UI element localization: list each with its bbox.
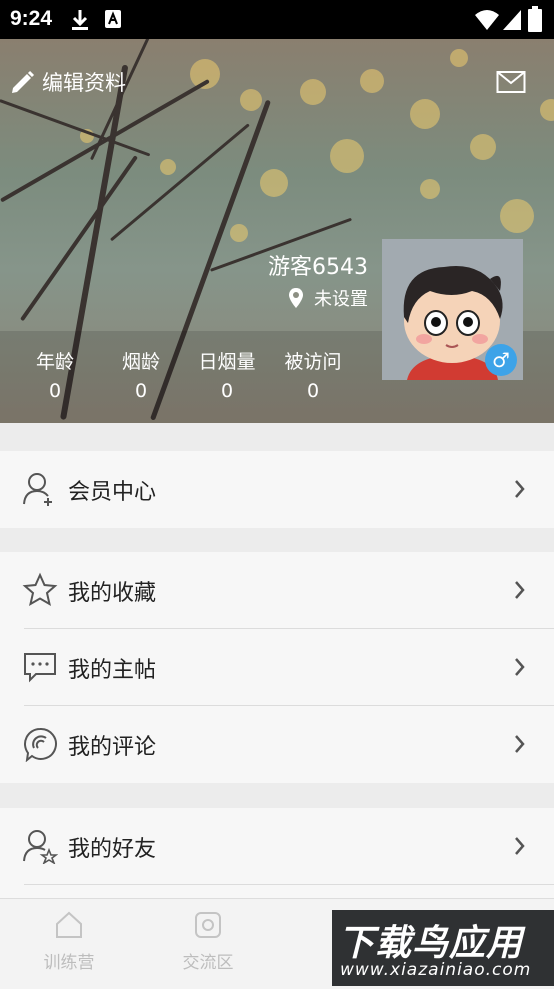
menu-item-my-friends[interactable]: 我的好友: [0, 808, 554, 885]
stat-label: 烟龄: [121, 351, 160, 373]
menu-group-content: 我的收藏 我的主帖 我的评论: [0, 552, 554, 783]
home-icon: [56, 911, 82, 938]
menu-label: 我的主帖: [68, 657, 157, 683]
status-time: 9:24: [10, 7, 53, 30]
divider: [24, 884, 554, 885]
stat-value: 0: [306, 380, 320, 402]
member-add-icon: [23, 473, 52, 506]
location-text: 未设置: [314, 289, 368, 310]
chevron-right-icon: [515, 480, 525, 498]
stat-value: 0: [220, 380, 234, 402]
chevron-right-icon: [515, 837, 525, 855]
mail-icon[interactable]: [496, 70, 526, 94]
wifi-icon: [475, 10, 499, 30]
star-icon: [22, 572, 58, 607]
chevron-right-icon: [515, 581, 525, 599]
tab-training-camp[interactable]: 训练营: [19, 911, 119, 973]
menu-item-favorites[interactable]: 我的收藏: [0, 552, 554, 629]
watermark: 下载鸟应用 www.xiazainiao.com: [332, 910, 554, 986]
stat-visits: 被访问 0: [270, 347, 356, 402]
location-pin-icon: [289, 288, 303, 308]
comment-icon: [24, 727, 57, 762]
stat-daily-amount: 日烟量 0: [184, 347, 270, 402]
menu-item-my-posts[interactable]: 我的主帖: [0, 629, 554, 706]
watermark-title: 下载鸟应用: [338, 923, 524, 964]
avatar[interactable]: ♂: [382, 239, 523, 380]
tab-label: 训练营: [43, 953, 95, 973]
location: 未设置: [288, 285, 368, 311]
menu-item-my-comments[interactable]: 我的评论: [0, 706, 554, 783]
pencil-icon: [12, 70, 35, 93]
stat-label: 日烟量: [198, 351, 256, 373]
keyboard-a-icon: [105, 10, 121, 28]
nickname: 游客6543: [268, 255, 368, 280]
watermark-url: www.xiazainiao.com: [340, 960, 532, 980]
menu-group-social: 我的好友: [0, 808, 554, 898]
message-bubble-icon: [24, 653, 56, 683]
signal-icon: [503, 10, 521, 30]
stat-age: 年龄 0: [12, 347, 98, 402]
battery-icon: [528, 6, 542, 32]
profile-header: 编辑资料 游客6543 未设置 年龄 0 烟龄 0 日烟量 0 被访问 0 ♂: [0, 39, 554, 423]
tab-community[interactable]: 交流区: [158, 911, 258, 973]
camera-icon: [195, 912, 221, 938]
status-bar: 9:24: [0, 0, 554, 39]
menu-item-member-center[interactable]: 会员中心: [0, 451, 554, 528]
stat-label: 被访问: [284, 351, 342, 373]
gender-male-badge: ♂: [485, 344, 517, 376]
stat-value: 0: [48, 380, 62, 402]
edit-profile-button[interactable]: 编辑资料: [10, 67, 126, 97]
download-icon: [72, 10, 88, 30]
stat-value: 0: [134, 380, 148, 402]
edit-profile-label: 编辑资料: [42, 71, 126, 95]
stat-smoking-years: 烟龄 0: [98, 347, 184, 402]
chevron-right-icon: [515, 735, 525, 753]
chevron-right-icon: [515, 658, 525, 676]
menu-label: 会员中心: [68, 479, 157, 505]
menu-group-member: 会员中心: [0, 451, 554, 528]
tab-label: 交流区: [182, 953, 234, 973]
menu-label: 我的好友: [68, 836, 157, 862]
menu-label: 我的收藏: [68, 580, 157, 606]
stat-label: 年龄: [35, 351, 74, 373]
menu-label: 我的评论: [68, 734, 157, 760]
friend-star-icon: [23, 830, 58, 864]
